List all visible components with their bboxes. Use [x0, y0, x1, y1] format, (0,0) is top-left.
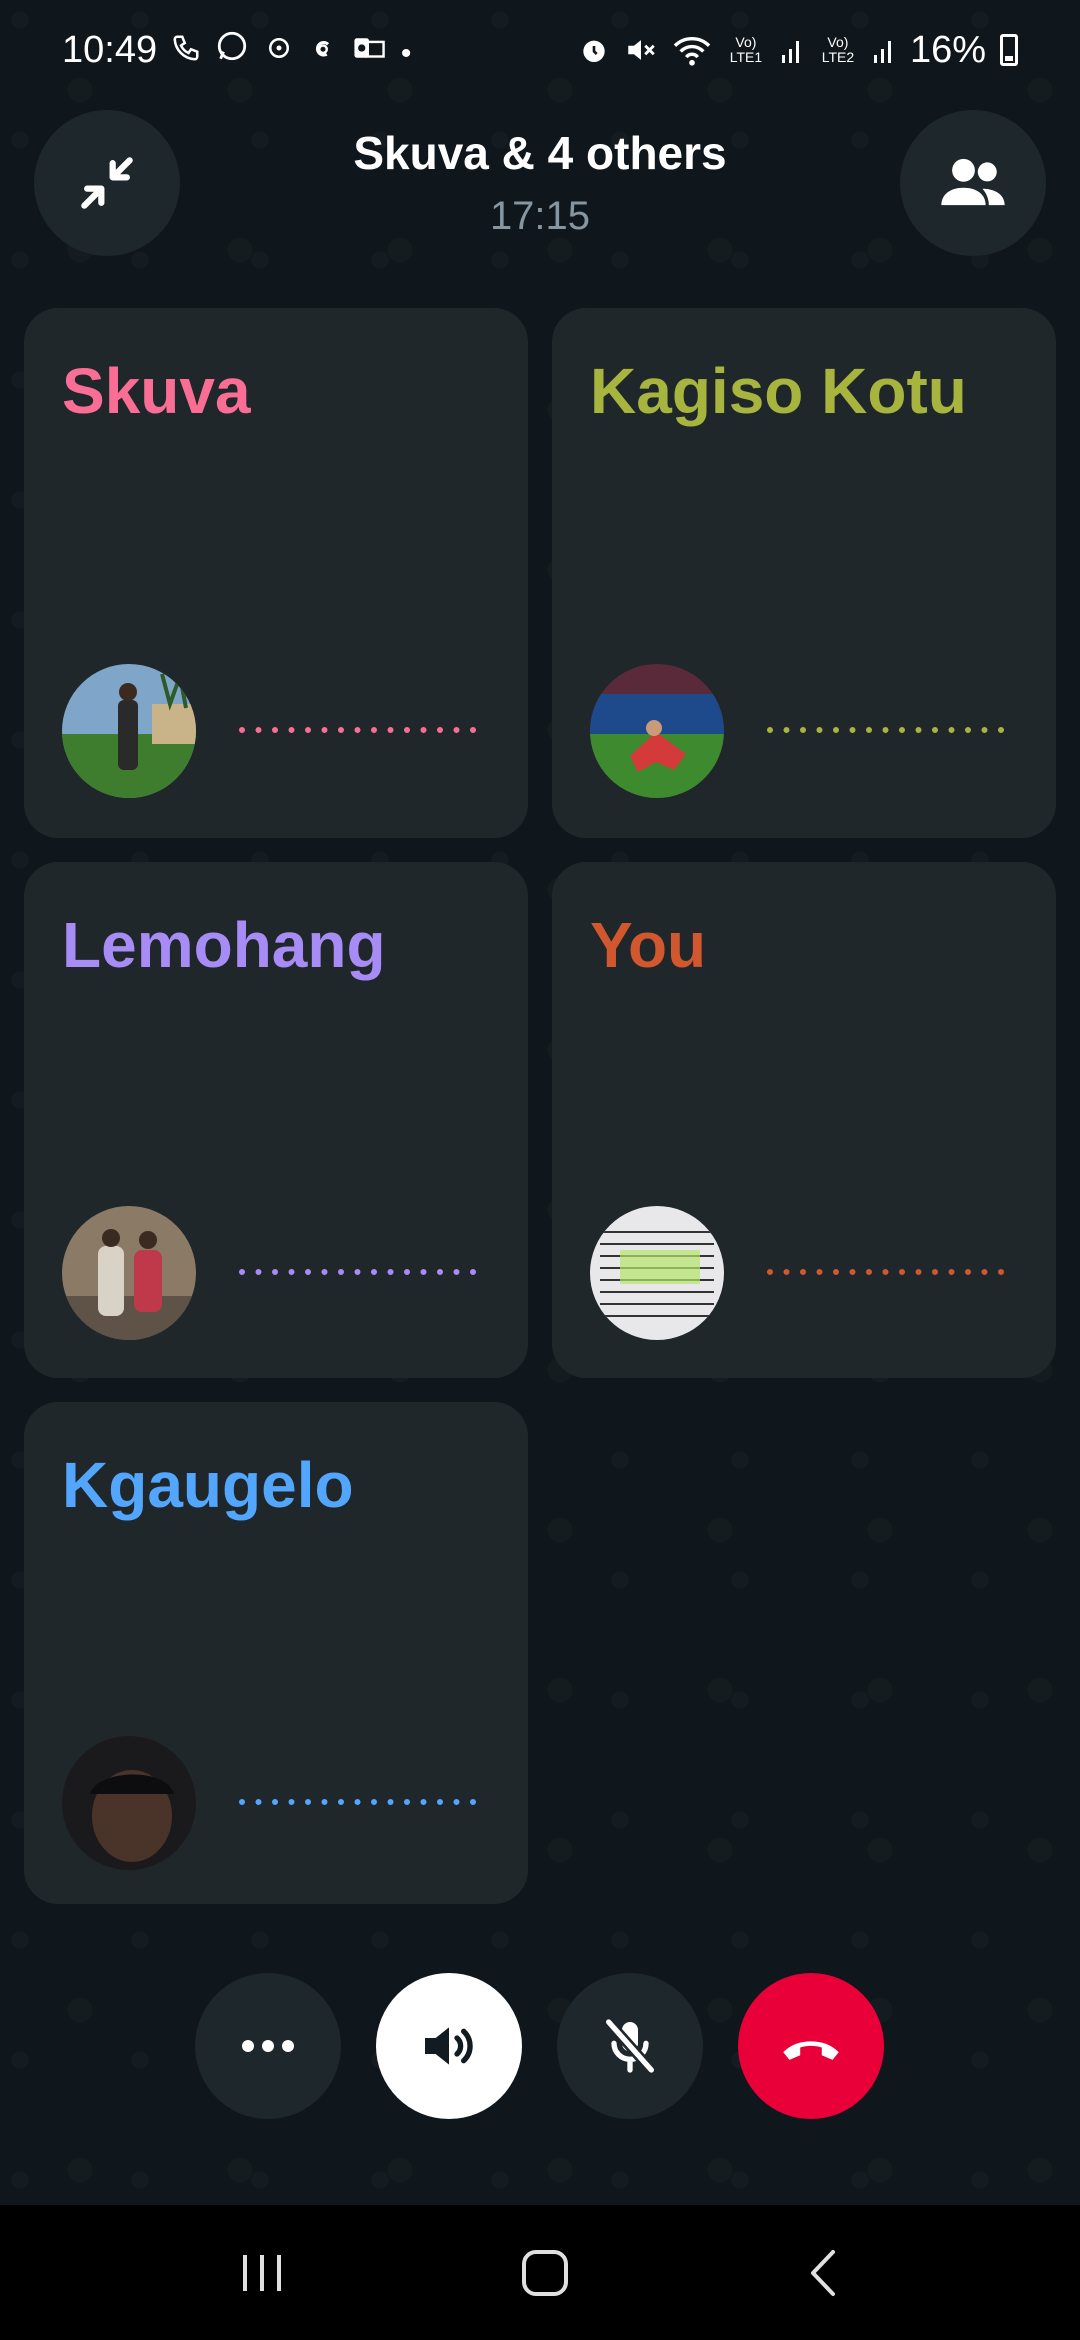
wifi-icon	[673, 37, 711, 66]
audio-level-indicator	[239, 1269, 477, 1275]
mute-microphone-button[interactable]	[557, 1973, 703, 2119]
back-icon[interactable]	[803, 2248, 843, 2298]
avatar	[62, 664, 196, 798]
notification-icon	[268, 38, 289, 58]
participant-tile-kgaugelo[interactable]: Kgaugelo	[24, 1402, 528, 1904]
group-icon	[941, 158, 1005, 206]
whatsapp-icon	[218, 31, 247, 61]
status-time: 10:49	[62, 28, 158, 71]
avatar	[62, 1206, 196, 1340]
phone-icon	[173, 35, 199, 61]
audio-level-indicator	[239, 1799, 477, 1805]
threads-icon	[316, 41, 330, 57]
signal-lte2-icon: Vo) LTE2	[821, 34, 855, 65]
avatar	[590, 1206, 724, 1340]
speaker-icon	[425, 2027, 473, 2065]
minimize-call-button[interactable]	[34, 110, 180, 256]
participant-name: You	[590, 909, 707, 981]
call-title: Skuva & 4 others	[353, 127, 727, 179]
status-bar: 10:49 • Vo) LTE1 Vo) LTE2 16%	[0, 0, 1080, 100]
end-call-button[interactable]	[738, 1973, 884, 2119]
participant-tile-skuva[interactable]: Skuva	[24, 308, 528, 838]
signal-bars-2-icon	[873, 41, 891, 63]
end-call-icon	[783, 2041, 839, 2060]
more-options-button[interactable]	[195, 1973, 341, 2119]
recents-icon[interactable]	[237, 2251, 287, 2295]
outlook-icon	[354, 38, 386, 58]
participant-name: Skuva	[62, 355, 251, 427]
call-timer: 17:15	[489, 194, 591, 238]
participant-tile-you[interactable]: You	[552, 862, 1056, 1378]
signal-lte1-icon: Vo) LTE1	[729, 34, 763, 65]
system-navigation-bar	[0, 2205, 1080, 2340]
avatar	[590, 664, 724, 798]
participant-tile-lemohang[interactable]: Lemohang	[24, 862, 528, 1378]
participant-name: Kgaugelo	[62, 1449, 354, 1521]
speaker-button[interactable]	[376, 1973, 522, 2119]
minimize-icon	[81, 157, 133, 209]
audio-level-indicator	[767, 1269, 1005, 1275]
home-icon[interactable]	[520, 2248, 570, 2298]
battery-percent: 16%	[909, 28, 986, 71]
audio-level-indicator	[767, 727, 1005, 733]
status-left-icons: •	[171, 29, 417, 71]
participant-name: Kagiso Kotu	[590, 355, 967, 427]
audio-level-indicator	[239, 727, 477, 733]
alarm-icon	[583, 40, 605, 62]
mute-icon	[628, 40, 655, 60]
mic-off-icon	[604, 2018, 656, 2074]
dot-icon: •	[400, 37, 418, 70]
battery-icon	[1000, 34, 1018, 66]
more-icon	[242, 2040, 294, 2052]
participant-tile-kagiso-kotu[interactable]: Kagiso Kotu	[552, 308, 1056, 838]
participants-button[interactable]	[900, 110, 1046, 256]
participant-name: Lemohang	[62, 909, 386, 981]
avatar	[62, 1736, 196, 1870]
signal-bars-1-icon	[781, 41, 799, 63]
